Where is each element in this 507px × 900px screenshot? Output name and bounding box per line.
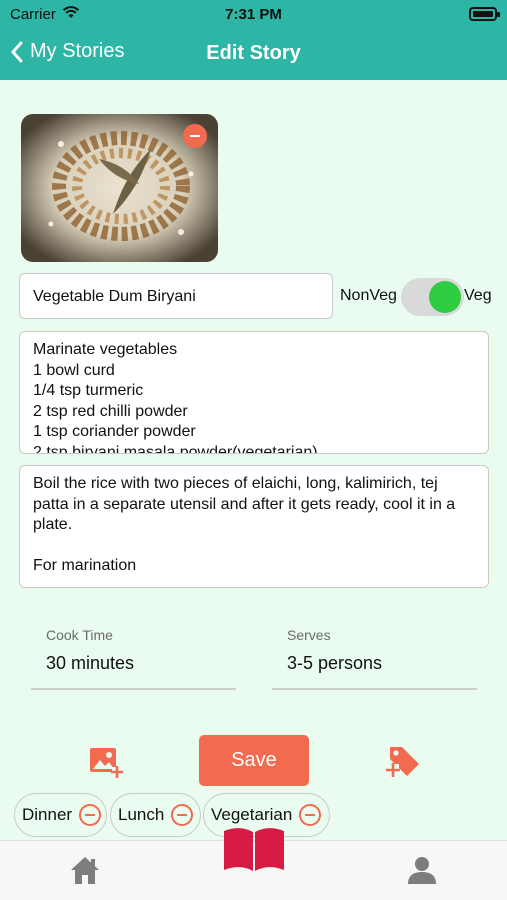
save-button[interactable]: Save	[199, 735, 309, 786]
add-photo-icon[interactable]	[88, 745, 124, 784]
book-icon[interactable]	[222, 827, 286, 878]
recipe-title-field[interactable]: Vegetable Dum Biryani	[19, 273, 333, 319]
navigation-bar: My Stories Edit Story	[0, 30, 507, 80]
serves-input[interactable]: 3-5 persons	[287, 653, 382, 674]
method-textarea[interactable]: Boil the rice with two pieces of elaichi…	[19, 465, 489, 588]
remove-tag-icon[interactable]	[171, 804, 194, 826]
status-bar: Carrier 7:31 PM	[0, 0, 507, 30]
veg-toggle[interactable]	[401, 278, 464, 316]
minus-icon	[190, 135, 200, 137]
battery-icon	[469, 7, 500, 21]
nonveg-label: NonVeg	[340, 287, 397, 304]
remove-tag-icon[interactable]	[299, 804, 322, 826]
toggle-knob	[429, 281, 461, 313]
tab-bar	[0, 828, 507, 900]
page-title: Edit Story	[206, 42, 301, 64]
tag-label: Dinner	[22, 805, 73, 824]
cook-time-label: Cook Time	[46, 627, 113, 643]
clock-time: 7:31 PM	[225, 6, 282, 23]
serves-underline	[272, 688, 477, 690]
add-tag-icon[interactable]	[386, 744, 422, 783]
remove-photo-button[interactable]	[183, 124, 207, 148]
tag-chip: Lunch	[110, 793, 201, 837]
home-icon[interactable]	[69, 855, 101, 890]
cook-time-underline	[31, 688, 236, 690]
remove-tag-icon[interactable]	[79, 804, 102, 826]
tag-chip: Dinner	[14, 793, 107, 837]
profile-icon[interactable]	[406, 855, 438, 890]
veg-label: Veg	[464, 287, 492, 304]
tag-label: Lunch	[118, 805, 165, 824]
ingredients-textarea[interactable]: Marinate vegetables 1 bowl curd 1/4 tsp …	[19, 331, 489, 454]
serves-label: Serves	[287, 627, 331, 643]
cook-time-input[interactable]: 30 minutes	[46, 653, 134, 674]
tag-label: Vegetarian	[211, 805, 293, 824]
